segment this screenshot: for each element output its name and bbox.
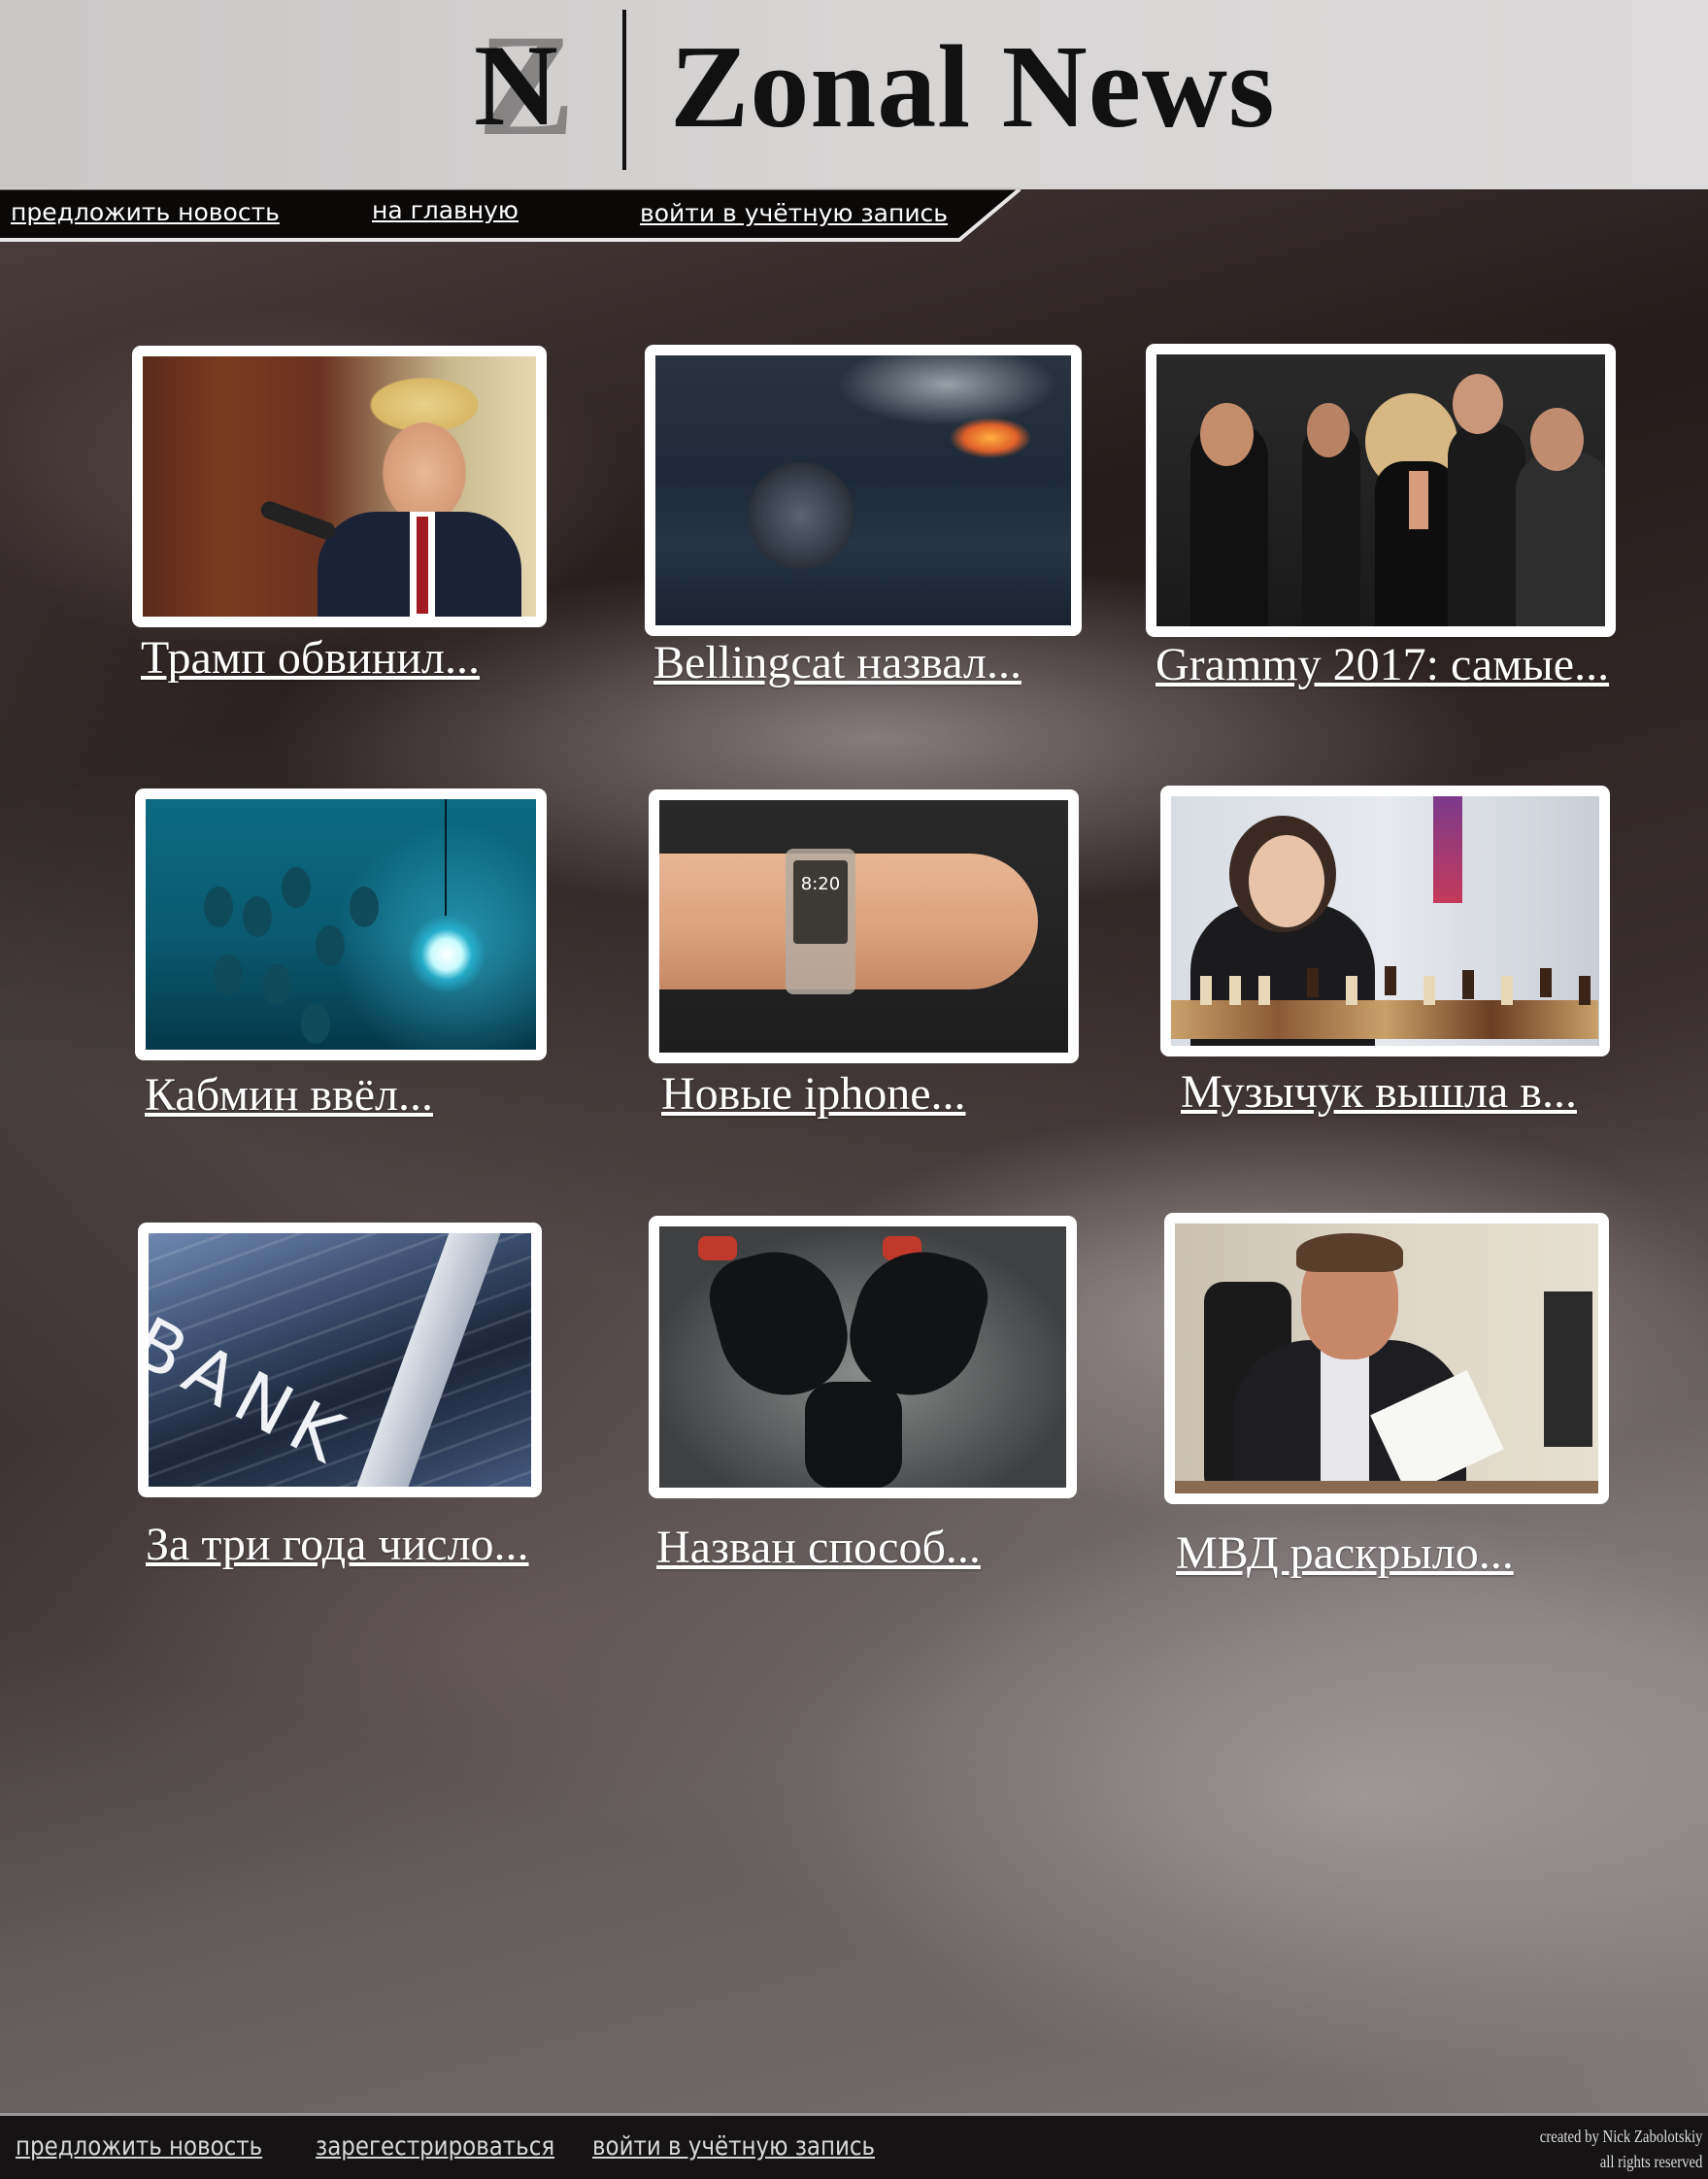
trump-press-photo: [143, 356, 536, 617]
footer-credits: created by Nick Zabolotskiy all rights r…: [1539, 2124, 1702, 2174]
oil-gloves-photo: [659, 1226, 1066, 1488]
news-title-5[interactable]: Новые iphone...: [661, 1067, 966, 1121]
nav-login-link[interactable]: войти в учётную запись: [640, 199, 948, 227]
nav-suggest-news-link[interactable]: предложить новость: [11, 198, 280, 226]
news-title-3[interactable]: Grammy 2017: самые...: [1155, 638, 1609, 691]
site-header: Z N Zonal News: [0, 0, 1708, 189]
smartwatch-wrist-photo: 8:20: [659, 800, 1068, 1053]
news-title-9[interactable]: МВД раскрыло...: [1176, 1526, 1514, 1580]
news-title-8[interactable]: Назван способ...: [656, 1521, 981, 1574]
nav-home-link[interactable]: на главную: [372, 196, 519, 224]
footer-login-link[interactable]: войти в учётную запись: [592, 2131, 875, 2162]
news-image-1[interactable]: [132, 346, 547, 627]
plane-wreckage-engine-photo: [655, 355, 1071, 625]
footer-register-link[interactable]: зарегестрироваться: [316, 2131, 554, 2162]
news-image-3[interactable]: [1146, 344, 1616, 637]
bank-building-photo: BANK: [149, 1233, 531, 1487]
watch-time: 8:20: [793, 860, 848, 944]
news-image-5[interactable]: 8:20: [649, 789, 1079, 1063]
news-image-6[interactable]: [1160, 786, 1610, 1056]
official-at-desk-photo: [1175, 1224, 1598, 1493]
zn-logo-icon[interactable]: Z N: [474, 10, 590, 165]
news-image-9[interactable]: [1164, 1213, 1609, 1504]
news-title-6[interactable]: Музычук вышла в...: [1181, 1065, 1577, 1119]
news-title-4[interactable]: Кабмин ввёл...: [145, 1068, 433, 1122]
footer-suggest-news-link[interactable]: предложить новость: [16, 2131, 262, 2162]
news-image-8[interactable]: [649, 1216, 1077, 1498]
news-title-7[interactable]: За три года число...: [146, 1518, 529, 1571]
news-title-1[interactable]: Трамп обвинил...: [141, 631, 480, 685]
chess-player-photo: [1171, 796, 1599, 1046]
svg-text:N: N: [474, 20, 558, 150]
grammy-band-photo: [1156, 354, 1605, 626]
credit-author: created by Nick Zabolotskiy: [1539, 2127, 1702, 2146]
site-footer: предложить новость зарегестрироваться во…: [0, 2113, 1708, 2179]
top-navigation: предложить новость на главную войти в уч…: [0, 187, 1029, 244]
site-title[interactable]: Zonal News: [670, 19, 1275, 155]
lightbulbs-photo: [146, 799, 536, 1050]
logo-divider: [622, 10, 626, 170]
news-title-2[interactable]: Bellingcat назвал...: [653, 636, 1021, 689]
news-image-4[interactable]: [135, 788, 547, 1060]
news-image-2[interactable]: [645, 345, 1082, 636]
news-image-7[interactable]: BANK: [138, 1223, 542, 1497]
credit-rights: all rights reserved: [1599, 2152, 1702, 2171]
